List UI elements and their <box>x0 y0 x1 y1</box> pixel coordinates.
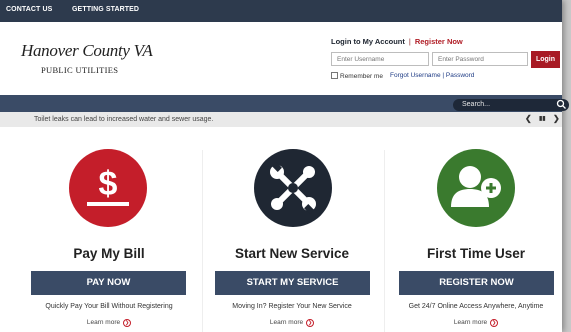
alert-ticker: Toilet leaks can lead to increased water… <box>0 112 562 127</box>
register-now-link[interactable]: Register Now <box>415 37 463 46</box>
login-button[interactable]: Login <box>531 51 560 68</box>
logo-subtitle: PUBLIC UTILITIES <box>41 65 119 75</box>
forgot-credentials-link[interactable]: Forgot Username | Password <box>390 72 474 79</box>
logo-title[interactable]: Hanover County VA <box>21 41 153 61</box>
ticker-pause-icon[interactable]: ▮▮ <box>539 115 546 122</box>
remember-label: Remember me <box>340 73 383 80</box>
login-separator: | <box>408 37 411 46</box>
arrow-right-icon: ❯ <box>306 319 315 327</box>
card-title: Start New Service <box>234 246 350 261</box>
card-description: Get 24/7 Online Access Anywhere, Anytime <box>408 303 544 310</box>
learn-more-link[interactable]: Learn more ❯ <box>398 319 554 327</box>
learn-more-label: Learn more <box>86 319 121 326</box>
svg-text:$: $ <box>99 165 118 203</box>
getting-started-link[interactable]: GETTING STARTED <box>72 6 139 13</box>
learn-more-link[interactable]: Learn more ❯ <box>214 319 370 327</box>
learn-more-link[interactable]: Learn more ❯ <box>31 319 187 327</box>
card-title: First Time User <box>426 246 526 261</box>
register-now-button[interactable]: REGISTER NOW <box>399 271 554 295</box>
add-user-icon <box>451 166 501 207</box>
card-divider <box>384 150 385 332</box>
pay-now-button[interactable]: PAY NOW <box>31 271 186 295</box>
dollar-icon: $ <box>87 165 129 206</box>
card-description: Quickly Pay Your Bill Without Registerin… <box>45 303 173 310</box>
search-box[interactable]: Search... <box>453 99 569 111</box>
page: CONTACT US GETTING STARTED Hanover Count… <box>0 0 562 332</box>
username-input[interactable] <box>331 52 429 66</box>
start-service-circle[interactable] <box>254 149 332 227</box>
card-divider <box>202 150 203 332</box>
remember-me[interactable]: Remember me <box>331 72 383 80</box>
arrow-right-icon: ❯ <box>490 319 499 327</box>
first-time-user-circle[interactable] <box>437 149 515 227</box>
password-input[interactable] <box>432 52 528 66</box>
search-placeholder: Search... <box>462 101 491 108</box>
remember-checkbox[interactable] <box>331 72 338 79</box>
learn-more-label: Learn more <box>269 319 304 326</box>
tools-icon <box>270 162 316 214</box>
contact-us-link[interactable]: CONTACT US <box>6 6 52 13</box>
learn-more-label: Learn more <box>453 319 488 326</box>
search-icon[interactable] <box>556 99 567 110</box>
login-heading: Login to My Account | Register Now <box>331 37 463 46</box>
arrow-right-icon: ❯ <box>123 319 132 327</box>
ticker-message: Toilet leaks can lead to increased water… <box>34 116 214 123</box>
top-bar: CONTACT US GETTING STARTED <box>0 0 562 22</box>
ticker-next-icon[interactable]: ❯ <box>553 114 560 123</box>
ticker-prev-icon[interactable]: ❮ <box>525 114 532 123</box>
login-title: Login to My Account <box>331 37 405 46</box>
card-description: Moving In? Register Your New Service <box>232 303 352 310</box>
start-my-service-button[interactable]: START MY SERVICE <box>215 271 370 295</box>
card-title: Pay My Bill <box>73 246 145 261</box>
pay-bill-circle[interactable]: $ <box>69 149 147 227</box>
